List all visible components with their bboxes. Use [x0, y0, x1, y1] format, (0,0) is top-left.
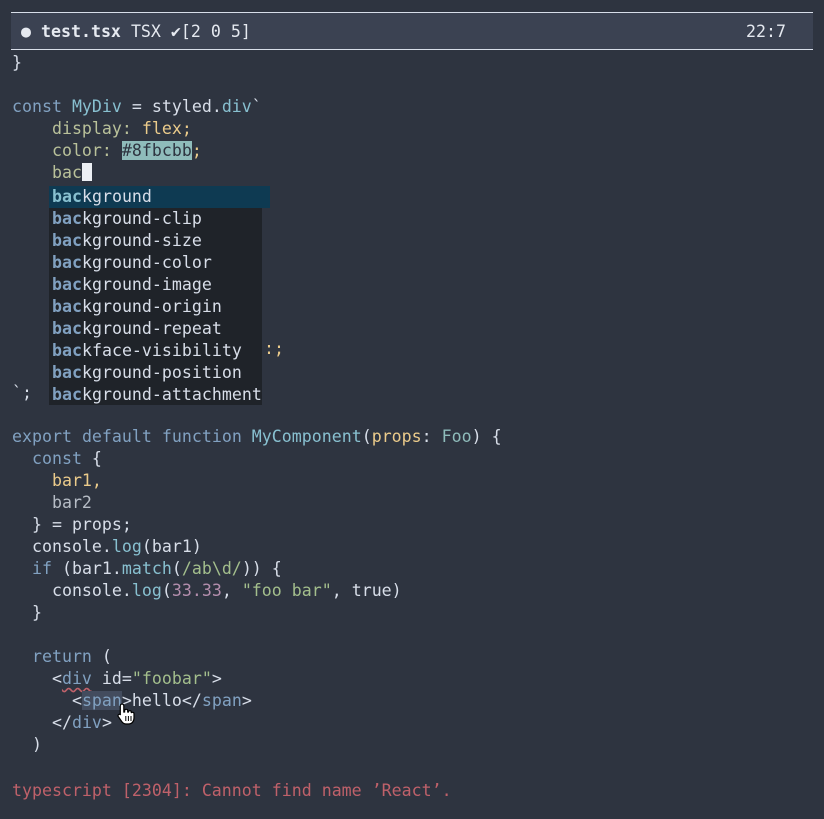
completion-item[interactable]: background-origin	[49, 296, 262, 318]
diagnostics-count: ✔[2 0 5]	[170, 21, 251, 41]
code-line: }	[12, 53, 22, 72]
completion-item-rest: kface-visibility	[81, 341, 242, 360]
text-cursor	[81, 163, 92, 181]
completion-item-rest: kground-origin	[81, 297, 222, 316]
completion-item-match: bac	[52, 187, 82, 206]
code-line: </div>	[12, 713, 112, 732]
completion-item-match: bac	[52, 363, 82, 382]
code-line: export default function MyComponent(prop…	[12, 427, 502, 446]
completion-item-match: bac	[52, 297, 82, 316]
code-line: } = props;	[12, 515, 132, 534]
code-line: const MyDiv = styled.div`	[12, 97, 262, 116]
completion-item-rest: kground-attachment	[81, 385, 262, 404]
completion-item[interactable]: background-position	[49, 362, 262, 384]
code-line: console.log(33.33, "foo bar", true)	[12, 581, 402, 600]
diagnostic-message: typescript [2304]: Cannot find name ’Rea…	[12, 781, 452, 800]
completion-item-match: bac	[52, 341, 82, 360]
code-line: }	[12, 603, 42, 622]
completion-item-match: bac	[52, 385, 82, 404]
code-line-fragment: :;	[264, 339, 284, 358]
completion-item[interactable]: background	[49, 186, 270, 208]
completion-item-rest: kground-color	[81, 253, 212, 272]
cursor-position: 22:7	[746, 21, 786, 41]
completion-item[interactable]: backface-visibility	[49, 340, 262, 362]
completion-item[interactable]: background-attachment	[49, 384, 262, 406]
completion-item-rest: kground-clip	[81, 209, 202, 228]
error-underline-tag: div	[61, 669, 92, 688]
completion-item-rest: kground	[81, 187, 152, 206]
hand-pointer-icon	[117, 703, 135, 725]
file-type: TSX	[130, 21, 161, 41]
completion-item[interactable]: background-clip	[49, 208, 262, 230]
completion-item[interactable]: background-repeat	[49, 318, 262, 340]
completion-item-rest: kground-size	[81, 231, 202, 250]
completion-popup[interactable]: background background-clip background-size…	[49, 186, 270, 406]
color-swatch: #8fbcbb	[121, 141, 192, 160]
completion-item-rest: kground-position	[81, 363, 242, 382]
code-line: const {	[12, 449, 102, 468]
code-line: bar1,	[12, 471, 102, 490]
code-line: if (bar1.match(/ab\d/)) {	[12, 559, 282, 578]
completion-item-match: bac	[52, 319, 82, 338]
status-line: ● test.tsx TSX ✔[2 0 5] 22:7	[11, 12, 813, 50]
completion-item[interactable]: background-color	[49, 252, 262, 274]
completion-item-match: bac	[52, 253, 82, 272]
completion-item[interactable]: background-size	[49, 230, 262, 252]
code-line: console.log(bar1)	[12, 537, 202, 556]
completion-item-rest: kground-image	[81, 275, 212, 294]
code-line: bar2	[12, 493, 92, 512]
modified-indicator-icon: ●	[21, 21, 31, 41]
code-line: `;	[12, 383, 32, 402]
code-line: color: #8fbcbb;	[12, 141, 202, 160]
code-line: )	[12, 735, 42, 754]
code-line: display: flex;	[12, 119, 192, 138]
code-line: return (	[12, 647, 112, 666]
file-name: test.tsx	[41, 21, 121, 41]
completion-item[interactable]: background-image	[49, 274, 262, 296]
completion-item-match: bac	[52, 231, 82, 250]
completion-item-match: bac	[52, 275, 82, 294]
code-line-current[interactable]: bac	[12, 162, 92, 184]
completion-item-match: bac	[52, 209, 82, 228]
completion-item-rest: kground-repeat	[81, 319, 222, 338]
code-line: <div id="foobar">	[12, 669, 222, 688]
